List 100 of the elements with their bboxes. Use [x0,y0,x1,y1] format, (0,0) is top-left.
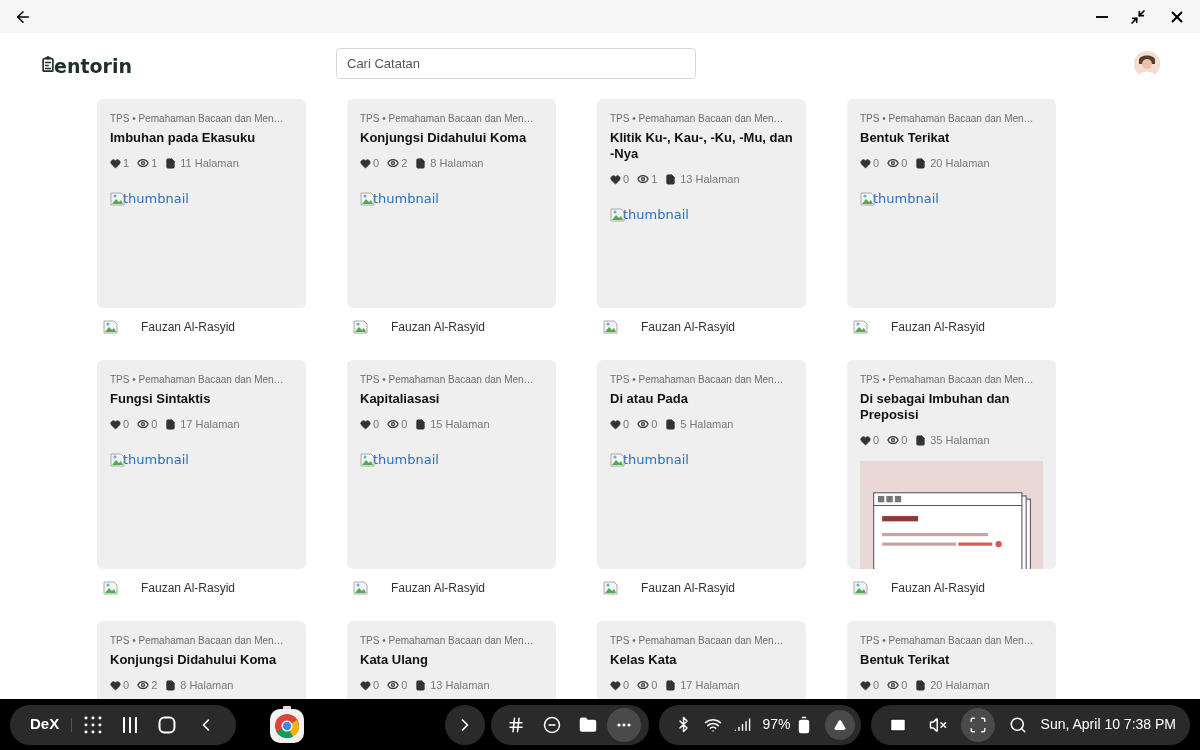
note-category: TPS • Pemahaman Bacaan dan Men… [860,112,1034,126]
page-count: 17 Halaman [180,417,240,431]
view-count: 0 [401,678,408,692]
note-title: Bentuk Terikat [860,652,951,668]
view-count: 0 [901,433,908,447]
note-title: Konjungsi Didahului Koma [110,652,278,668]
note-card[interactable]: TPS • Pemahaman Bacaan dan Men… Di sebagai Imbuhan dan Preposisi 0 0 35 Halaman [847,360,1056,569]
note-category: TPS • Pemahaman Bacaan dan Men… [610,373,784,387]
page-count: 13 Halaman [680,172,740,186]
author-avatar-icon [353,580,369,596]
note-card[interactable]: TPS • Pemahaman Bacaan dan Men… Klitik Ku-, Kau-, -Ku, -Mu, dan -Nya 0 1 13 Halaman thumbnail [597,99,806,308]
heart-icon [610,418,621,430]
author-avatar-icon [603,580,619,596]
note-card[interactable]: TPS • Pemahaman Bacaan dan Men… Kapitaliasasi 0 0 15 Halaman thumbnail [347,360,556,569]
page-icon [165,418,177,430]
note-category: TPS • Pemahaman Bacaan dan Men… [360,373,534,387]
note-category: TPS • Pemahaman Bacaan dan Men… [610,112,784,126]
person-silhouette-icon [1134,50,1160,77]
mentorin-logo[interactable]: entorin [42,52,132,75]
dex-label[interactable]: DeX [30,713,60,736]
heart-icon [610,679,621,691]
like-count: 0 [873,156,880,170]
eye-icon [387,157,400,169]
heart-icon [860,157,871,169]
note-card[interactable]: TPS • Pemahaman Bacaan dan Men… Bentuk Terikat 0 0 20 Halaman thumbnail [847,99,1056,308]
note-card[interactable]: TPS • Pemahaman Bacaan dan Men… Konjungsi Didahului Koma 0 2 8 Halaman thumbnail [347,99,556,308]
author-name: Fauzan Al-Rasyid [391,319,486,336]
signal-icon [733,716,751,733]
up-triangle-icon [833,718,846,731]
note-category: TPS • Pemahaman Bacaan dan Men… [110,634,284,648]
note-title: Klitik Ku-, Kau-, -Ku, -Mu, dan -Nya [610,130,793,162]
screenshot-icon [968,715,987,734]
page-icon [415,418,427,430]
heart-icon [110,157,121,169]
author-name: Fauzan Al-Rasyid [141,319,236,336]
eye-icon [137,418,150,430]
view-count: 0 [901,156,908,170]
restore-icon [1130,8,1146,25]
note-card[interactable]: TPS • Pemahaman Bacaan dan Men… Imbuhan pada Ekasuku 1 1 11 Halaman thumbnail [97,99,306,308]
date-time[interactable]: Sun, April 10 7:38 PM [1040,714,1176,735]
apps-grid-icon[interactable] [84,715,103,734]
author-avatar-icon [853,580,869,596]
page-icon [665,173,677,185]
minus-circle-icon [542,715,561,734]
recent-apps-icon[interactable] [122,715,139,734]
author-avatar-icon [353,319,369,335]
chrome-app-icon[interactable] [270,705,304,744]
note-card[interactable]: TPS • Pemahaman Bacaan dan Men… Fungsi Sintaktis 0 0 17 Halaman thumbnail [97,360,306,569]
search-field[interactable]: Cari Catatan [336,48,696,79]
heart-icon [360,679,371,691]
thumbnail-alt-text: thumbnail [373,451,439,469]
hash-icon [506,715,525,734]
expand-tray-button[interactable] [824,709,855,740]
thumbnail-alt-text: thumbnail [123,190,189,208]
view-count: 1 [151,156,158,170]
page-icon [665,418,677,430]
heart-icon [860,679,871,691]
author-avatar-icon [103,319,119,335]
battery-percent: 97% [762,715,791,734]
page-icon [415,679,427,691]
more-button[interactable] [606,707,641,742]
page-count: 35 Halaman [930,433,990,447]
note-card[interactable]: TPS • Pemahaman Bacaan dan Men… Di atau Pada 0 0 5 Halaman thumbnail [597,360,806,569]
eye-icon [637,173,650,185]
heart-icon [360,418,371,430]
note-title: Di sebagai Imbuhan dan Preposisi [860,391,1011,423]
author-name: Fauzan Al-Rasyid [141,580,236,597]
like-count: 0 [623,172,630,186]
note-title: Imbuhan pada Ekasuku [110,130,257,146]
author-avatar-icon [853,319,869,335]
restore-button[interactable] [1130,8,1146,25]
like-count: 1 [123,156,130,170]
thumbnail-alt-text: thumbnail [123,451,189,469]
screenshot-button[interactable] [960,707,995,742]
note-title: Fungsi Sintaktis [110,391,212,407]
note-card[interactable]: TPS • Pemahaman Bacaan dan Men… Kelas Kata 0 0 17 Halaman [597,621,806,699]
view-count: 0 [651,417,658,431]
author-name: Fauzan Al-Rasyid [641,319,736,336]
thumbnail-alt-text: thumbnail [623,206,689,224]
user-avatar[interactable] [1134,50,1160,77]
note-card[interactable]: TPS • Pemahaman Bacaan dan Men… Konjungsi Didahului Koma 0 2 8 Halaman [97,621,306,699]
mute-icon [928,715,947,734]
author-name: Fauzan Al-Rasyid [891,319,986,336]
note-card[interactable]: TPS • Pemahaman Bacaan dan Men… Kata Ulang 0 0 13 Halaman [347,621,556,699]
page-icon [915,434,927,446]
like-count: 0 [873,678,880,692]
eye-icon [387,679,400,691]
heart-icon [110,418,121,430]
note-category: TPS • Pemahaman Bacaan dan Men… [110,112,284,126]
page-icon [415,157,427,169]
view-count: 0 [901,678,908,692]
home-icon[interactable] [158,715,177,734]
page-count: 11 Halaman [180,156,239,170]
minimize-button[interactable] [1096,15,1108,18]
eye-icon [637,418,650,430]
page-count: 17 Halaman [680,678,740,692]
view-count: 2 [151,678,158,692]
note-category: TPS • Pemahaman Bacaan dan Men… [860,373,1034,387]
note-card[interactable]: TPS • Pemahaman Bacaan dan Men… Bentuk Terikat 0 0 20 Halaman [847,621,1056,699]
note-category: TPS • Pemahaman Bacaan dan Men… [860,634,1034,648]
